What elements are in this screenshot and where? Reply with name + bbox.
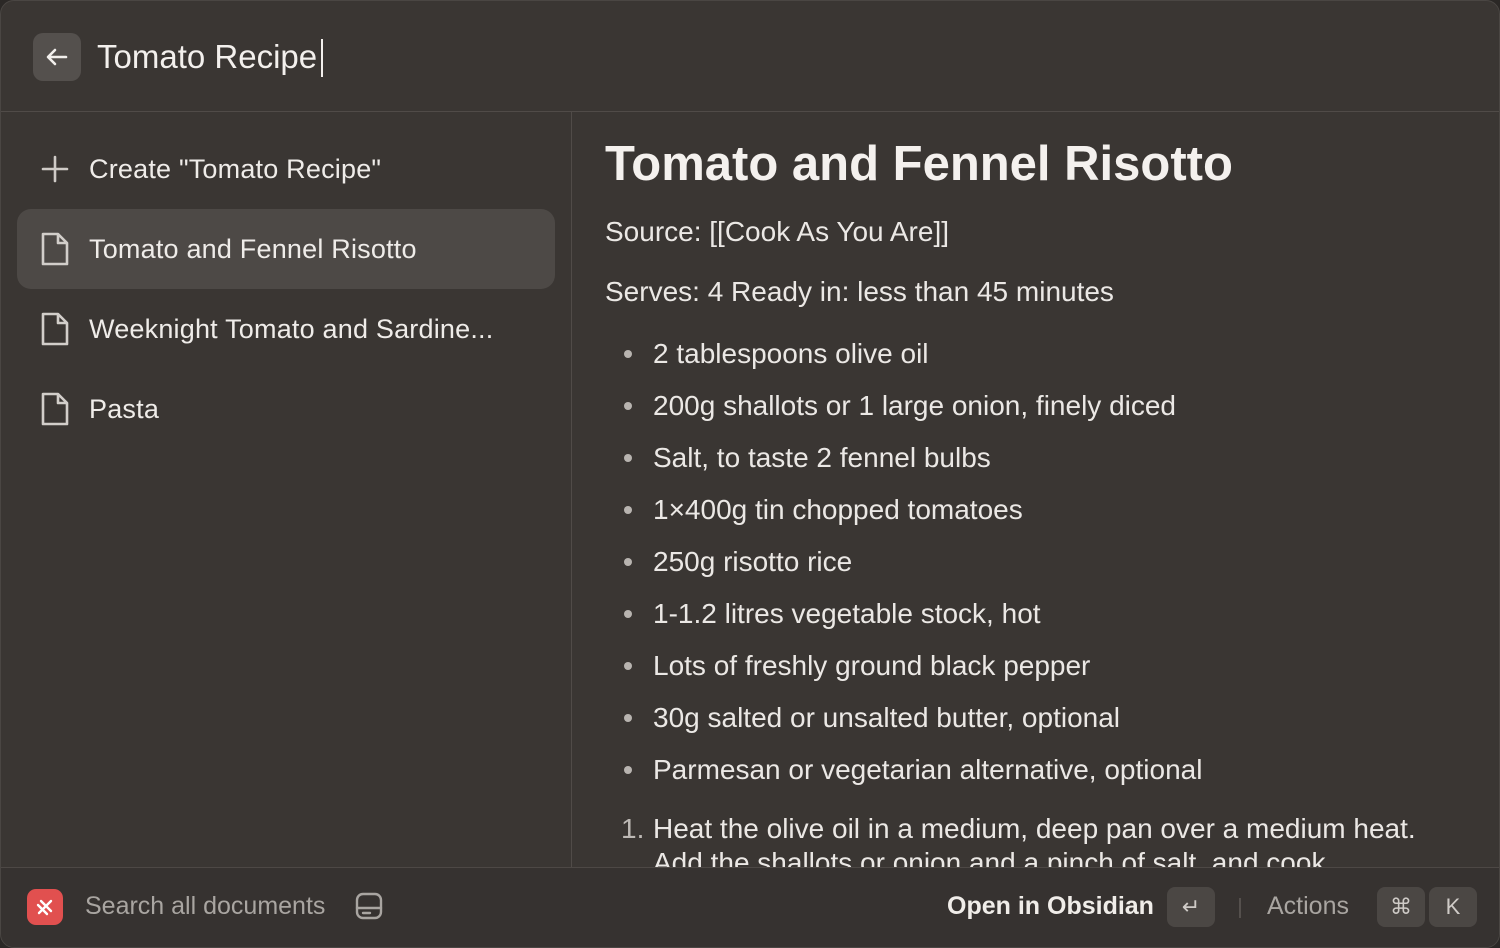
ingredient-item: Parmesan or vegetarian alternative, opti… — [605, 748, 1202, 800]
ingredient-item: 250g risotto rice — [605, 540, 1202, 592]
footer-divider — [1239, 898, 1241, 918]
steps-list: 1. Heat the olive oil in a medium, deep … — [605, 812, 1465, 869]
text-caret — [321, 39, 323, 77]
cmd-key-hint: ⌘ — [1377, 887, 1425, 927]
document-source: Source: [[Cook As You Are]] — [605, 216, 949, 247]
k-key-label: K — [1445, 894, 1461, 919]
ingredient-item: 1-1.2 litres vegetable stock, hot — [605, 592, 1202, 644]
list-item-weeknight-tomato-sardine[interactable]: Weeknight Tomato and Sardine... — [17, 289, 555, 369]
step-text: Heat the olive oil in a medium, deep pan… — [653, 813, 1416, 869]
list-item-pasta[interactable]: Pasta — [17, 369, 555, 449]
search-all-documents-label[interactable]: Search all documents — [85, 892, 325, 921]
k-key-hint: K — [1429, 887, 1477, 927]
enter-key-hint: ↵ — [1167, 887, 1215, 927]
arrow-left-icon — [46, 48, 68, 66]
search-bar — [1, 1, 1499, 112]
list-item-label: Weeknight Tomato and Sardine... — [89, 313, 494, 344]
launcher-window: Create "Tomato Recipe" Tomato and Fennel… — [0, 0, 1500, 948]
open-in-obsidian-button[interactable]: Open in Obsidian — [947, 892, 1154, 921]
step-item: 1. Heat the olive oil in a medium, deep … — [605, 812, 1465, 869]
ingredient-item: 200g shallots or 1 large onion, finely d… — [605, 384, 1202, 436]
list-item-label: Create "Tomato Recipe" — [89, 153, 382, 184]
return-icon: ↵ — [1181, 894, 1201, 919]
document-icon — [35, 229, 75, 269]
command-icon: ⌘ — [1390, 894, 1412, 919]
list-item-tomato-fennel-risotto[interactable]: Tomato and Fennel Risotto — [17, 209, 555, 289]
search-input[interactable] — [97, 31, 797, 83]
ingredient-item: 1×400g tin chopped tomatoes — [605, 488, 1202, 540]
list-item-label: Pasta — [89, 393, 160, 424]
ingredient-item: Lots of freshly ground black pepper — [605, 644, 1202, 696]
create-note-item[interactable]: Create "Tomato Recipe" — [17, 129, 555, 209]
document-preview: Tomato and Fennel Risotto Source: [[Cook… — [572, 112, 1499, 869]
results-list: Create "Tomato Recipe" Tomato and Fennel… — [1, 112, 572, 869]
document-serves: Serves: 4 Ready in: less than 45 minutes — [605, 276, 1114, 307]
ingredients-list: 2 tablespoons olive oil 200g shallots or… — [605, 332, 1202, 800]
plus-icon — [35, 149, 75, 189]
ingredient-item: Salt, to taste 2 fennel bulbs — [605, 436, 1202, 488]
actions-button[interactable]: Actions — [1267, 892, 1349, 921]
ingredient-item: 2 tablespoons olive oil — [605, 332, 1202, 384]
hard-drive-icon[interactable] — [353, 890, 385, 922]
document-title: Tomato and Fennel Risotto — [605, 137, 1233, 191]
ingredient-item: 30g salted or unsalted butter, optional — [605, 696, 1202, 748]
app-logo-icon[interactable] — [27, 889, 63, 925]
back-button[interactable] — [33, 33, 81, 81]
document-icon — [35, 309, 75, 349]
action-bar: Search all documents Open in Obsidian ↵ … — [1, 867, 1499, 947]
list-item-label: Tomato and Fennel Risotto — [89, 233, 417, 264]
document-icon — [35, 389, 75, 429]
step-number: 1. — [621, 813, 645, 844]
